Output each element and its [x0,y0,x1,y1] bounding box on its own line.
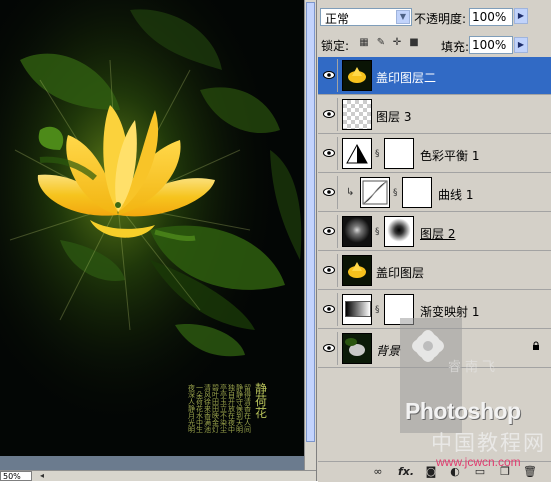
gradient-map-icon [342,294,372,325]
poem-column: 一朵荷花水中生 [196,384,203,434]
eye-icon [323,266,335,274]
layer-row[interactable]: ↳ § 曲线 1 [318,174,551,212]
opacity-field[interactable]: 100% [469,8,513,26]
visibility-toggle[interactable] [320,332,338,365]
poem-title: 静荷花 [255,382,268,420]
layer-row[interactable]: 背景 [318,330,551,368]
blend-mode-select[interactable]: 正常 ▼ [320,8,412,26]
canvas-area[interactable]: 夜深人静月光明 一朵荷花水中生 清风徐来香满池 碧叶田田映金灯 亭亭玉立不染尘 … [0,0,316,481]
layer-thumbnail [342,216,372,247]
visibility-toggle[interactable] [320,98,338,131]
visibility-toggle[interactable] [320,293,338,326]
eye-icon [323,71,335,79]
document-canvas[interactable]: 夜深人静月光明 一朵荷花水中生 清风徐来香满池 碧叶田田映金灯 亭亭玉立不染尘 … [0,0,304,456]
layer-row[interactable]: § 渐变映射 1 [318,291,551,329]
lock-all-icon[interactable]: ■ [408,37,420,49]
layer-thumbnail [342,333,372,364]
layer-mask-thumbnail[interactable] [384,294,414,325]
link-icon[interactable]: ∞ [371,465,385,479]
visibility-toggle[interactable] [320,59,338,92]
lock-image-brush-icon[interactable]: ✎ [375,37,387,49]
layer-mask-thumbnail[interactable] [384,216,414,247]
layer-name: 盖印图层 [376,266,425,280]
layer-mask-thumbnail[interactable] [402,177,432,208]
layer-mask-thumbnail[interactable] [384,138,414,169]
eye-icon [323,110,335,118]
visibility-toggle[interactable] [320,137,338,170]
layer-name: 背景 [376,344,401,358]
eye-icon [323,188,335,196]
layer-row[interactable]: 图层 3 [318,96,551,134]
lock-icon [533,341,539,350]
lock-position-move-icon[interactable]: ✛ [391,37,403,49]
visibility-toggle[interactable] [320,254,338,287]
poem-column: 碧叶田田映金灯 [212,384,219,434]
layer-row[interactable]: 盖印图层 [318,252,551,290]
poem-column: 清风徐来香满池 [204,384,211,434]
layer-thumbnail [342,255,372,286]
opacity-label: 不透明度: [414,12,467,26]
fx-icon[interactable]: fx. [398,465,414,479]
poem-column: 独自开放在夜中 [228,384,235,434]
poem-column: 亭亭玉立不染尘 [220,384,227,434]
link-chain-icon[interactable]: § [375,149,381,159]
scroll-right-arrow-icon[interactable]: ◂ [40,472,52,480]
poem-column: 静静守候到天明 [236,384,243,434]
curves-icon [360,177,390,208]
link-chain-icon[interactable]: § [375,227,381,237]
eye-icon [323,227,335,235]
layer-name: 图层 3 [376,110,412,124]
fill-field[interactable]: 100% [469,36,513,54]
lock-label: 锁定: [321,39,350,53]
layer-name: 色彩平衡 1 [420,149,480,163]
layer-name: 图层 2 [420,227,456,241]
poem-column: 留得清香在人间 [244,384,251,434]
eye-icon [323,344,335,352]
layer-row[interactable]: § 色彩平衡 1 [318,135,551,173]
watermark-brand: Photoshop [405,398,521,424]
vertical-scrollbar[interactable] [304,0,316,470]
fill-slider-arrow-icon[interactable]: ▶ [514,37,528,53]
visibility-toggle[interactable] [320,215,338,248]
eye-icon [323,305,335,313]
fill-label: 填充: [441,40,470,54]
scrollbar-thumb[interactable] [306,2,315,442]
link-chain-icon[interactable]: § [375,305,381,315]
layer-thumbnail [342,99,372,130]
zoom-level-field[interactable]: 50% [0,471,32,481]
eye-icon [323,149,335,157]
watermark-author: 睿南飞 [448,360,500,375]
watermark-url: www.jcwcn.com [436,455,521,469]
trash-icon[interactable]: 🗑 [523,465,537,479]
blend-mode-value: 正常 [325,12,350,26]
color-balance-icon [342,138,372,169]
lock-transparency-icon[interactable]: ▦ [358,37,370,49]
layer-name: 盖印图层二 [376,71,437,85]
visibility-toggle[interactable] [320,176,338,209]
layer-thumbnail [342,60,372,91]
watermark-site-name: 中国教程网 [431,431,546,455]
clipping-arrow-icon: ↳ [346,187,355,198]
layer-row[interactable]: § 图层 2 [318,213,551,251]
layer-name: 曲线 1 [438,188,474,202]
poem-column: 夜深人静月光明 [188,384,195,434]
chevron-down-icon[interactable]: ▼ [396,10,410,24]
layer-row[interactable]: 盖印图层二 [318,57,551,95]
link-chain-icon[interactable]: § [393,188,399,198]
layer-name: 渐变映射 1 [420,305,480,319]
opacity-slider-arrow-icon[interactable]: ▶ [514,8,528,24]
